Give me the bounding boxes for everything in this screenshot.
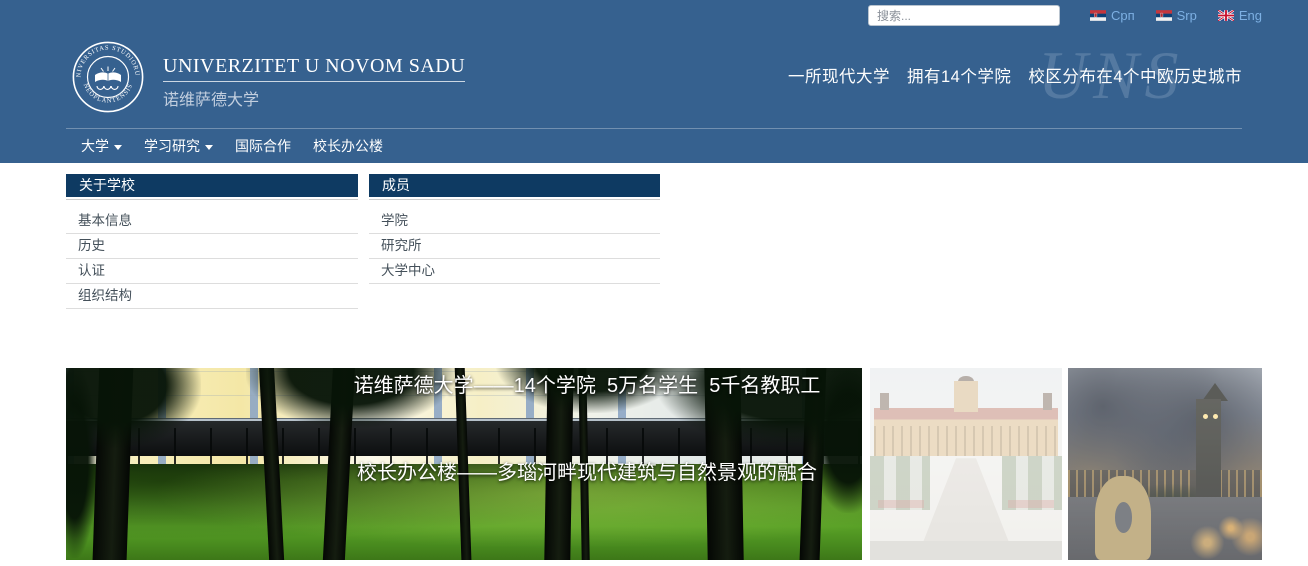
site-title-latin[interactable]: UNIVERZITET U NOVOM SADU <box>163 55 465 82</box>
carousel-main-slide[interactable]: 诺维萨德大学——14个学院 5万名学生 5千名教职工 校长办公楼——多瑙河畔现代… <box>66 368 862 560</box>
university-seal-logo[interactable]: UNIVERSITAS STUDIORUM NEOPLANTENSIS <box>72 41 144 113</box>
slide-caption-line1: 诺维萨德大学——14个学院 5万名学生 5千名教职工 <box>316 372 858 401</box>
header-tagline: 一所现代大学 拥有14个学院 校区分布在4个中欧历史城市 <box>788 63 1242 87</box>
nav-item-label: 大学 <box>81 129 109 163</box>
panel-title: 成员 <box>369 174 660 197</box>
menu-link-history[interactable]: 历史 <box>66 234 358 259</box>
nav-item-label: 国际合作 <box>235 129 291 163</box>
menu-panel-members: 成员 学院 研究所 大学中心 <box>369 174 660 284</box>
lang-label: Срп <box>1111 8 1135 23</box>
photo-overlay <box>1068 368 1262 560</box>
uk-flag-icon <box>1218 10 1234 21</box>
chevron-down-icon <box>114 145 122 150</box>
lang-link-srp-cyrillic[interactable]: Срп <box>1090 8 1135 23</box>
site-title-chinese: 诺维萨德大学 <box>163 86 465 110</box>
site-header: Срп Srp Eng <box>0 0 1308 163</box>
panel-link-list: 基本信息 历史 认证 组织结构 <box>66 199 358 309</box>
lang-label: Srp <box>1177 8 1197 23</box>
main-nav: 大学 学习研究 国际合作 校长办公楼 <box>70 129 394 163</box>
nav-item-study-research[interactable]: 学习研究 <box>133 129 224 163</box>
menu-link-basic-info[interactable]: 基本信息 <box>66 209 358 234</box>
search-input[interactable] <box>868 5 1060 26</box>
university-homepage: Срп Srp Eng <box>0 0 1308 566</box>
serbia-flag-icon <box>1090 10 1106 21</box>
language-switcher: Срп Srp Eng <box>1078 8 1262 23</box>
menu-link-organization[interactable]: 组织结构 <box>66 284 358 309</box>
menu-link-university-centers[interactable]: 大学中心 <box>369 259 660 284</box>
slide-caption: 诺维萨德大学——14个学院 5万名学生 5千名教职工 校长办公楼——多瑙河畔现代… <box>316 368 858 546</box>
nav-item-rectorate[interactable]: 校长办公楼 <box>302 129 394 163</box>
chevron-down-icon <box>205 145 213 150</box>
slide-caption-line2: 校长办公楼——多瑙河畔现代建筑与自然景观的融合 <box>316 459 858 488</box>
nav-item-international[interactable]: 国际合作 <box>224 129 302 163</box>
nav-item-university[interactable]: 大学 <box>70 129 133 163</box>
open-book-icon <box>95 67 121 90</box>
serbia-flag-icon <box>1156 10 1172 21</box>
panel-title: 关于学校 <box>66 174 358 197</box>
site-title-block: UNIVERZITET U NOVOM SADU 诺维萨德大学 <box>163 55 465 110</box>
menu-link-accreditation[interactable]: 认证 <box>66 259 358 284</box>
menu-link-institutes[interactable]: 研究所 <box>369 234 660 259</box>
foliage <box>66 368 97 558</box>
carousel-thumb-city-hall-plaza[interactable] <box>870 368 1062 560</box>
carousel-thumb-tower-dusk[interactable] <box>1068 368 1262 560</box>
lang-link-srp-latin[interactable]: Srp <box>1156 8 1197 23</box>
photo-overlay <box>870 368 1062 560</box>
nav-item-label: 校长办公楼 <box>313 129 383 163</box>
svg-text:UNIVERSITAS STUDIORUM: UNIVERSITAS STUDIORUM <box>72 41 141 78</box>
nav-item-label: 学习研究 <box>144 129 200 163</box>
panel-link-list: 学院 研究所 大学中心 <box>369 199 660 284</box>
seal-text-top: UNIVERSITAS STUDIORUM <box>72 41 141 78</box>
menu-panel-about: 关于学校 基本信息 历史 认证 组织结构 <box>66 174 358 309</box>
menu-link-faculties[interactable]: 学院 <box>369 209 660 234</box>
lang-link-eng[interactable]: Eng <box>1218 8 1262 23</box>
lang-label: Eng <box>1239 8 1262 23</box>
